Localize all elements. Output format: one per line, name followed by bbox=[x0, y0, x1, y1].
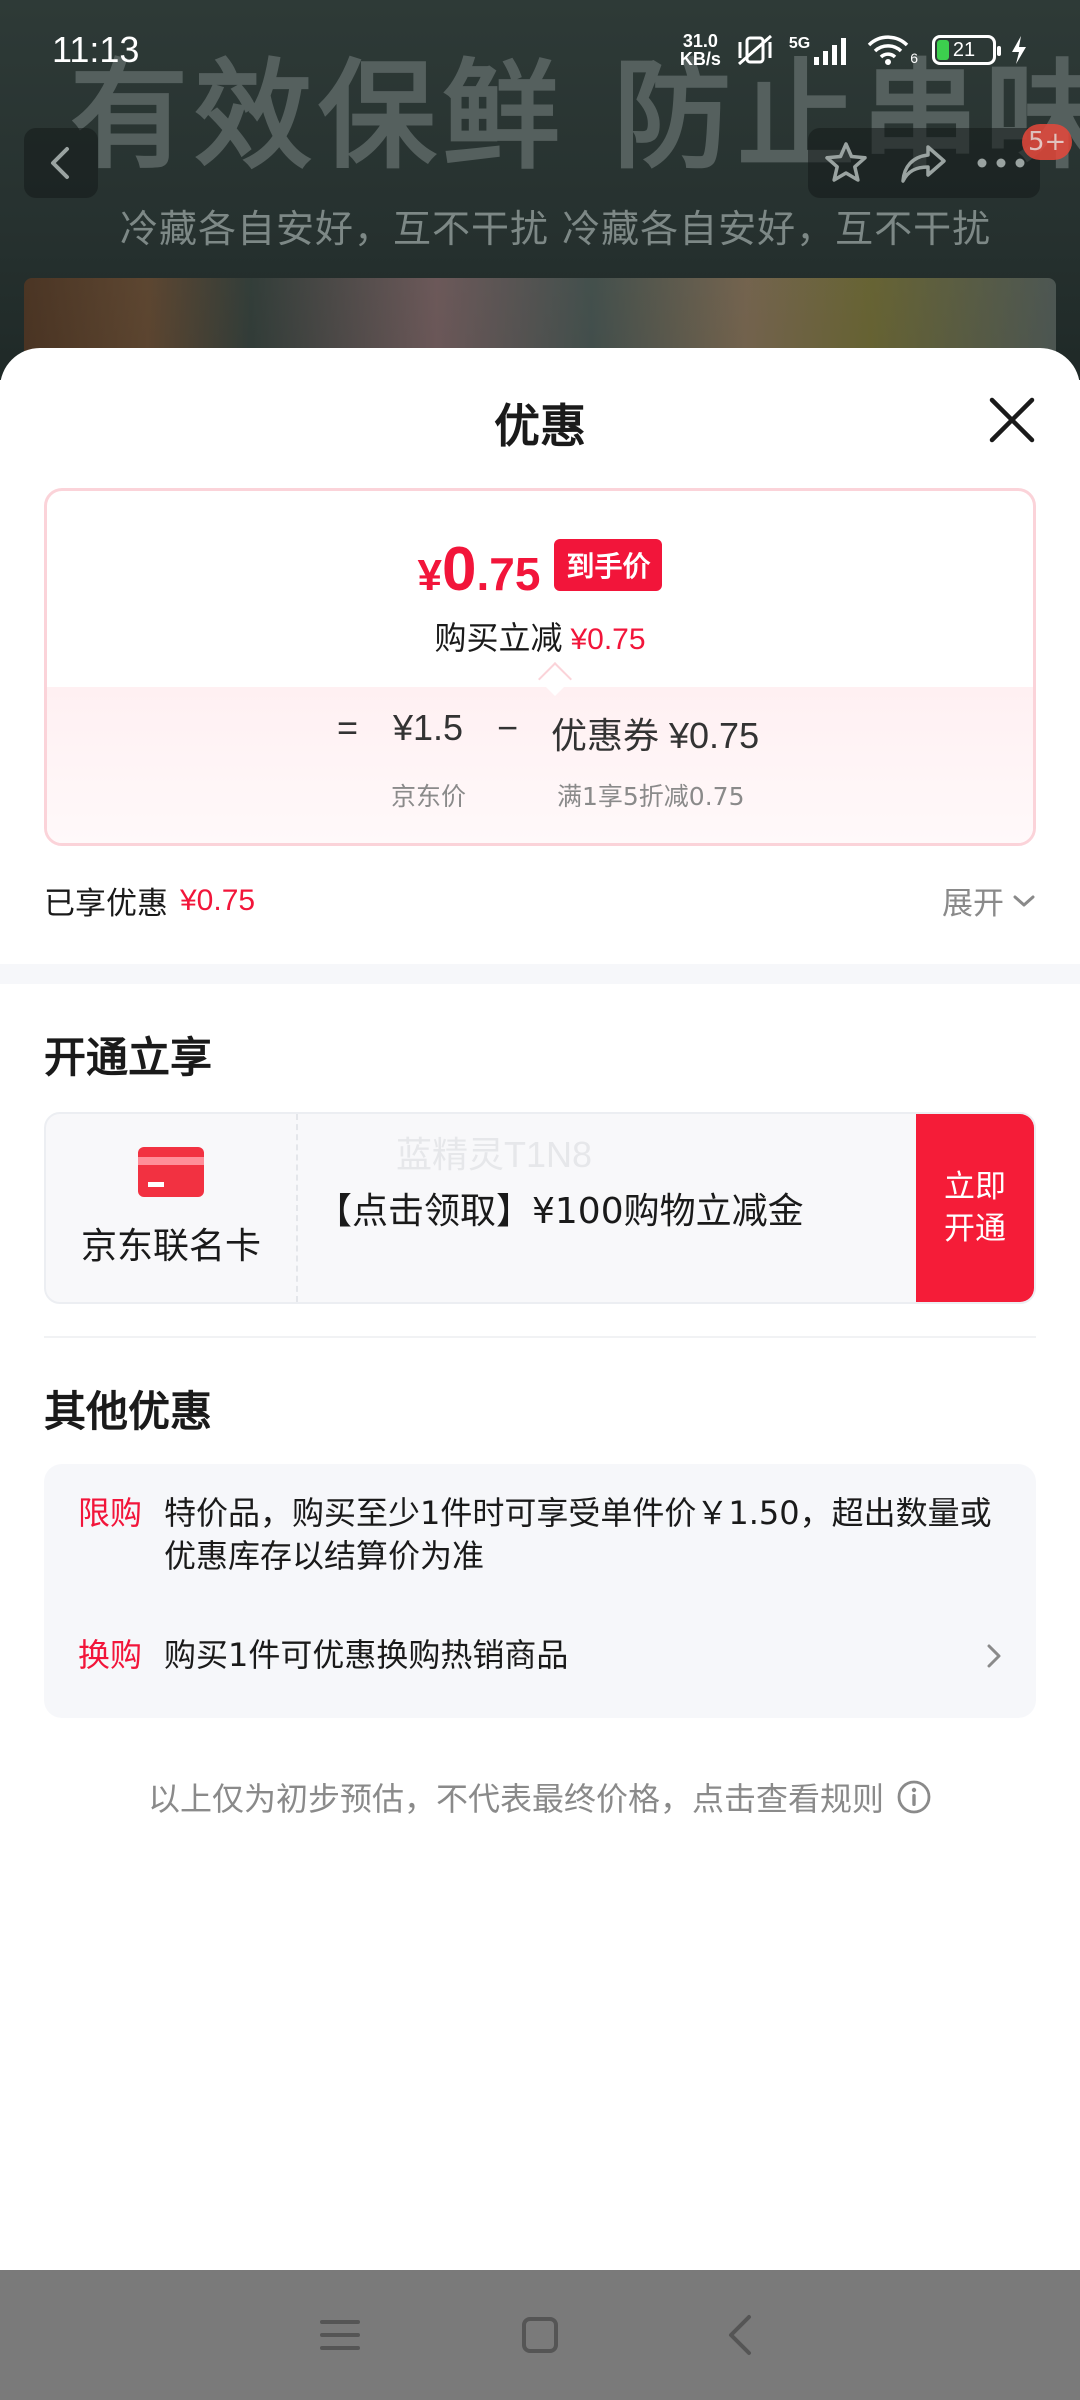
final-price-area: ¥0.75 到手价 购买立减 ¥0.75 bbox=[47, 491, 1033, 696]
share-icon[interactable] bbox=[898, 139, 948, 187]
instant-discount-label: 购买立减 bbox=[434, 619, 563, 657]
wifi-label: 6 bbox=[910, 50, 918, 66]
status-icons: 31.0 KB/s 5G 6 21 bbox=[680, 32, 1028, 68]
close-icon bbox=[989, 397, 1035, 443]
close-button[interactable] bbox=[982, 390, 1042, 450]
minus-sign: − bbox=[497, 707, 519, 748]
background-subline: 冷藏各自安好，互不干扰 冷藏各自安好，互不干扰 bbox=[120, 207, 992, 251]
wifi-icon bbox=[867, 35, 909, 65]
status-bar: 11:13 31.0 KB/s 5G 6 21 bbox=[0, 0, 1080, 100]
battery-indicator: 21 bbox=[932, 35, 1001, 65]
signal-icon bbox=[814, 38, 847, 65]
discount-sheet: 优惠 ¥0.75 到手价 购买立减 ¥0.75 = ¥1.5 京东价 − 优惠券 … bbox=[0, 348, 1080, 2270]
instant-discount-value: ¥0.75 bbox=[570, 623, 646, 656]
nav-back-button[interactable] bbox=[710, 2305, 770, 2365]
network-type: 5G bbox=[788, 35, 811, 52]
rules-note-text: 以上仅为初步预估，不代表最终价格，点击查看规则 bbox=[147, 1780, 884, 1818]
back-button[interactable] bbox=[24, 128, 98, 198]
section-divider bbox=[44, 1336, 1036, 1338]
network-speed-value: 31.0 bbox=[682, 31, 718, 51]
final-price-tag: 到手价 bbox=[554, 539, 663, 591]
rules-note-link[interactable]: 以上仅为初步预估，不代表最终价格，点击查看规则 bbox=[0, 1774, 1080, 1820]
instant-discount-row: 购买立减 ¥0.75 bbox=[47, 613, 1033, 659]
enjoyed-discount-row: 已享优惠 ¥0.75 展开 bbox=[44, 878, 1036, 923]
nav-menu-button[interactable] bbox=[310, 2305, 370, 2365]
chevron-right-icon bbox=[987, 1644, 1001, 1667]
co-branded-card-name: 京东联名卡 bbox=[80, 1226, 261, 1267]
section-divider-band bbox=[0, 964, 1080, 984]
charging-icon bbox=[1012, 36, 1026, 64]
offer-tag: 换购 bbox=[78, 1636, 143, 1674]
other-section-title: 其他优惠 bbox=[44, 1387, 213, 1436]
info-icon bbox=[897, 1780, 931, 1814]
system-nav-bar bbox=[0, 2270, 1080, 2400]
enjoyed-discount-value: ¥0.75 bbox=[180, 883, 256, 917]
open-section-title: 开通立享 bbox=[44, 1033, 213, 1082]
wifi-status: 6 bbox=[866, 34, 918, 66]
cart-count-badge: 5+ bbox=[1022, 124, 1073, 160]
expand-button[interactable]: 展开 bbox=[942, 878, 1036, 923]
menu-icon bbox=[320, 2320, 360, 2350]
final-price-decimal: .75 bbox=[476, 548, 541, 600]
final-price-integer: 0 bbox=[442, 535, 477, 604]
mute-vibrate-icon bbox=[737, 34, 772, 66]
enjoyed-discount-label: 已享优惠 bbox=[44, 886, 168, 922]
expand-label: 展开 bbox=[942, 886, 1004, 922]
card-offer-description: 【点击领取】¥100购物立减金 bbox=[316, 1191, 804, 1232]
offer-tag: 限购 bbox=[78, 1494, 143, 1532]
jd-price: ¥1.5 bbox=[393, 707, 464, 748]
status-time: 11:13 bbox=[52, 29, 140, 70]
final-price-row: ¥0.75 到手价 bbox=[47, 539, 1033, 601]
co-branded-card-offer[interactable]: 京东联名卡 蓝精灵T1N8 【点击领取】¥100购物立减金 立即开通 bbox=[44, 1112, 1036, 1304]
chevron-left-icon bbox=[51, 147, 69, 179]
chevron-down-icon bbox=[1013, 895, 1035, 906]
offer-trade-in[interactable]: 换购 购买1件可优惠换购热销商品 bbox=[78, 1634, 1002, 1677]
offer-text: 购买1件可优惠换购热销商品 bbox=[164, 1636, 569, 1674]
offer-text: 特价品，购买至少1件时可享受单件价￥1.50，超出数量或优惠库存以结算价为准 bbox=[164, 1494, 992, 1575]
offer-limited-purchase: 限购 特价品，购买至少1件时可享受单件价￥1.50，超出数量或优惠库存以结算价为… bbox=[78, 1492, 1002, 1578]
coupon-description: 满1享5折减0.75 bbox=[557, 782, 745, 811]
back-arrow-icon bbox=[729, 2315, 751, 2355]
battery-level: 21 bbox=[952, 38, 976, 61]
price-calculation: = ¥1.5 京东价 − 优惠券 ¥0.75 满1享5折减0.75 bbox=[47, 687, 1033, 843]
final-price: ¥0.75 bbox=[418, 539, 541, 601]
home-square-icon bbox=[522, 2317, 558, 2353]
battery-fill bbox=[937, 40, 950, 60]
network-speed: 31.0 KB/s bbox=[680, 32, 721, 68]
jd-price-label: 京东价 bbox=[391, 782, 467, 811]
star-icon[interactable] bbox=[822, 139, 870, 187]
credit-card-icon bbox=[138, 1147, 204, 1197]
more-icon[interactable] bbox=[976, 157, 1026, 169]
cellular-signal: 5G bbox=[789, 35, 852, 65]
sheet-title: 优惠 bbox=[494, 399, 586, 453]
co-branded-card-info: 京东联名卡 bbox=[46, 1114, 298, 1302]
coupon-amount: 优惠券 ¥0.75 bbox=[551, 715, 760, 756]
open-card-button[interactable]: 立即开通 bbox=[916, 1114, 1034, 1302]
nav-home-button[interactable] bbox=[510, 2305, 570, 2365]
other-offers-box: 限购 特价品，购买至少1件时可享受单件价￥1.50，超出数量或优惠库存以结算价为… bbox=[44, 1464, 1036, 1718]
network-speed-unit: KB/s bbox=[679, 49, 721, 69]
equals-sign: = bbox=[337, 707, 359, 748]
page-actions bbox=[808, 128, 1040, 198]
price-breakdown-card: ¥0.75 到手价 购买立减 ¥0.75 = ¥1.5 京东价 − 优惠券 ¥0.… bbox=[44, 488, 1036, 846]
final-price-currency: ¥ bbox=[417, 551, 443, 600]
